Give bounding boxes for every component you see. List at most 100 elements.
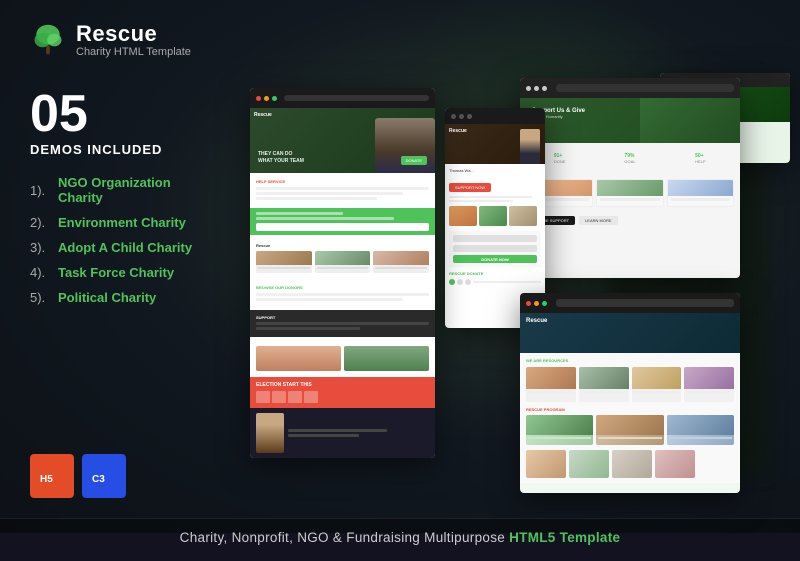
dot-1 [526,86,531,91]
rc-line-1 [528,391,574,393]
rescue-c-1 [526,367,576,402]
css3-badge: C3 [82,454,126,498]
rescue-card-1 [256,251,312,273]
mid-dot-inactive-1 [457,279,463,285]
brand-subtitle: Charity HTML Template [76,46,191,58]
demo-item-5: 5). Political Charity [30,290,200,305]
main-area: 05 DEMOS INCLUDED 1). NGO Organization C… [0,68,800,518]
rescue-logo: Rescue [526,318,547,324]
screenshot-bottom-right: Rescue WE ARE RESOURCES [520,293,740,493]
rc-img-4 [684,367,734,389]
mid-submit: DONATE NOW [453,255,537,263]
br-dot-red [526,301,531,306]
hero-image-area [640,98,740,143]
rc-line-4 [686,391,732,393]
prog-line-1 [528,437,591,439]
card-img-2 [597,180,662,196]
demo-item-4: 4). Task Force Charity [30,265,200,280]
mid-form: DONATE NOW [449,231,541,267]
rescue-title: Rescue [256,243,429,248]
mid-small-imgs [449,206,541,226]
mid-dot-2 [459,114,464,119]
line-medium [256,192,403,195]
demo-list: 1). NGO Organization Charity 2). Environ… [30,175,200,305]
mid-accent-button: SUPPORT NOW [449,183,491,192]
footer-text: Charity, Nonprofit, NGO & Fundraising Mu… [180,530,621,545]
demos-count: 05 [30,88,200,140]
dot-2 [534,86,539,91]
right-panel: Support Us & GiveHelp to Humanity 91+ DO… [230,78,800,518]
volunteer-section [250,408,435,458]
dark-line-short [256,327,360,330]
program-card-1 [526,415,593,445]
br-url-bar [556,299,734,307]
hero-image [640,98,740,143]
vol-line-1 [288,429,387,432]
demo-item-1: 1). NGO Organization Charity [30,175,200,205]
screenshot-top-right: Support Us & GiveHelp to Humanity 91+ DO… [520,78,740,278]
mid-person-figure [520,129,540,164]
rescue-card-img-2 [315,251,371,265]
demo-item-2: 2). Environment Charity [30,215,200,230]
mockup-cards-top [526,179,734,207]
rescue-content-area: WE ARE RESOURCES [520,353,740,483]
mid-progress [473,281,541,283]
donor-title: BROWSE OUR DONORS [256,285,429,290]
volunteer-text [288,429,429,437]
mid-line-1 [449,196,532,198]
program-card-2 [596,415,663,445]
line-full [256,187,429,190]
rescue-program-label: RESCUE PROGRAM [526,407,734,412]
rescue-program-cards [526,415,734,445]
card-line-3 [671,198,730,201]
hero-cta-btn: DONATE [401,156,427,165]
stat-label-3: HELP [695,159,705,164]
small-img-2 [569,450,609,478]
mockup-header-mid [445,108,545,124]
main-url-bar [284,95,429,101]
mid-dots-row [449,279,541,285]
volunteer-figure [256,413,284,453]
html5-badge: H5 [30,454,74,498]
mockup-card-2 [596,179,663,207]
prog-line-2 [598,437,661,439]
vol-line-2 [288,434,359,437]
election-section: ELECTION START THIS [250,377,435,408]
small-img-1 [526,450,566,478]
green-donate-section [250,208,435,235]
demo-number-5: 5). [30,290,52,305]
left-panel: 05 DEMOS INCLUDED 1). NGO Organization C… [0,78,230,518]
tech-badges: H5 C3 [30,434,200,498]
election-text: ELECTION START THIS [256,382,429,388]
footer: Charity, Nonprofit, NGO & Fundraising Mu… [0,518,800,561]
svg-text:H5: H5 [40,474,53,485]
rescue-subtitle: WE ARE RESOURCES [526,358,734,363]
br-dot-green [542,301,547,306]
rc-img-1 [526,367,576,389]
rescue-card-img-1 [256,251,312,265]
mid-input-2 [453,245,537,252]
rc-line-3 [634,391,680,393]
election-box-4 [304,391,318,403]
stat-num-2: 79% [624,153,635,159]
demo-name-1: NGO Organization Charity [58,175,200,205]
bottom-cards [256,346,429,371]
demos-label: DEMOS INCLUDED [30,142,200,157]
mid-line-2 [449,200,513,202]
mid-dot-3 [467,114,472,119]
demo-name-3: Adopt A Child Charity [58,240,192,255]
small-img-3 [612,450,652,478]
rc-line-2 [581,391,627,393]
action-buttons-row: RESCUE SUPPORT LEARN MORE [520,213,740,228]
hero-text: THEY CAN DOWHAT YOUR TEAM [258,151,304,165]
screenshot-main: Rescue THEY CAN DOWHAT YOUR TEAM DONATE … [250,88,435,458]
green-line-1 [256,212,343,215]
rescue-c-4 [684,367,734,402]
demo-number-2: 2). [30,215,52,230]
main-logo-area: Rescue [254,112,272,118]
demo-number-1: 1). [30,183,52,198]
main-section-cards: Rescue [250,237,435,279]
rescue-cards [256,251,429,273]
content-wrapper: Rescue Charity HTML Template 05 DEMOS IN… [0,0,800,533]
line-short [256,197,377,200]
